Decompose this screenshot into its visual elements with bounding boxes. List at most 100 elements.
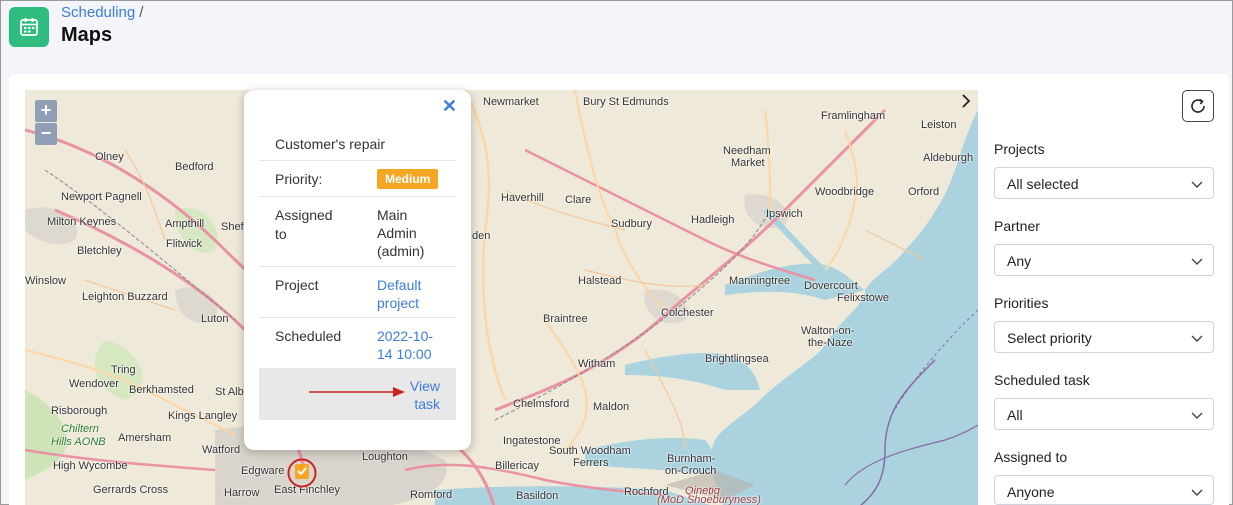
map-place-label: Gerrards Cross	[93, 484, 169, 496]
scheduled-link[interactable]: 2022-10-14 10:00	[377, 327, 447, 363]
map-place-label: Winslow	[25, 275, 66, 287]
map-place-label: on-Crouch	[665, 465, 717, 477]
map-place-label: Hills AONB	[51, 436, 106, 448]
map-place-label: St Alb	[215, 386, 244, 398]
map-place-label: Brightlingsea	[705, 353, 769, 365]
map-place-label: Milton Keynes	[47, 216, 117, 228]
view-task-link[interactable]: View task	[395, 377, 440, 413]
chevron-right-icon[interactable]	[959, 92, 973, 110]
map-place-label: Ampthill	[165, 218, 205, 230]
chevron-down-icon	[1191, 412, 1203, 419]
assigned-value: Main Admin (admin)	[377, 207, 425, 259]
map-place-label: Witham	[578, 358, 616, 370]
zoom-in-button[interactable]: +	[35, 100, 57, 122]
chevron-down-icon	[1191, 489, 1203, 496]
assigned-to-select[interactable]: Anyone	[994, 475, 1214, 505]
map-place-label: Sudbury	[611, 218, 652, 230]
map-place-label: Chiltern	[61, 423, 99, 435]
task-marker[interactable]	[287, 458, 317, 488]
map-place-label: High Wycombe	[53, 460, 128, 472]
close-icon[interactable]: ✕	[442, 96, 457, 117]
scheduled-label: Scheduled	[275, 328, 342, 344]
map-place-label: Loughton	[362, 451, 408, 463]
priorities-select-value: Select priority	[1007, 330, 1092, 346]
map-place-label: Newmarket	[483, 96, 539, 108]
refresh-icon	[1191, 98, 1205, 113]
annotation-arrow-icon	[309, 387, 405, 397]
breadcrumb-link-scheduling[interactable]: Scheduling	[61, 4, 135, 21]
scheduling-app-icon[interactable]	[9, 7, 49, 47]
map-place-label: Colchester	[661, 307, 714, 319]
map-place-label: Olney	[95, 151, 124, 163]
map-place-label: Chelmsford	[513, 398, 570, 410]
partner-select[interactable]: Any	[994, 244, 1214, 276]
priority-label: Priority:	[275, 171, 323, 187]
map-place-label: Woodbridge	[815, 186, 875, 198]
scheduled-task-select-value: All	[1007, 407, 1023, 423]
priorities-select[interactable]: Select priority	[994, 321, 1214, 353]
map-place-label: the-Naze	[808, 337, 853, 349]
map-place-label: Flitwick	[166, 238, 203, 250]
map-place-label: Edgware	[241, 465, 285, 477]
scheduled-task-select[interactable]: All	[994, 398, 1214, 430]
chevron-down-icon	[1191, 181, 1203, 188]
map-place-label: Market	[731, 157, 765, 169]
map-place-label: (MoD Shoeburyness)	[657, 494, 761, 505]
project-label: Project	[275, 277, 319, 293]
map-place-label: Clare	[565, 194, 592, 206]
map-place-label: Berkhamsted	[129, 384, 194, 396]
map-place-label: den	[472, 230, 491, 242]
map-place-label: Leighton Buzzard	[82, 291, 168, 303]
refresh-button[interactable]	[1182, 90, 1214, 122]
map-place-label: Ferrers	[573, 457, 609, 469]
map-place-label: Haverhill	[501, 192, 544, 204]
priority-badge: Medium	[377, 169, 439, 189]
map-place-label: Romford	[410, 489, 453, 501]
partner-select-value: Any	[1007, 253, 1032, 269]
map-place-label: Kings Langley	[168, 410, 238, 422]
scheduled-task-label: Scheduled task	[994, 372, 1090, 388]
breadcrumb: Scheduling /	[61, 4, 143, 21]
task-marker-icon	[287, 458, 317, 488]
assigned-to-select-value: Anyone	[1007, 484, 1055, 500]
partner-label: Partner	[994, 218, 1040, 234]
zoom-out-button[interactable]: −	[35, 123, 57, 145]
map-place-label: Bletchley	[77, 245, 122, 257]
priorities-label: Priorities	[994, 295, 1049, 311]
map-place-label: Basildon	[516, 490, 559, 502]
map-place-label: Framlingham	[821, 110, 886, 122]
chevron-down-icon	[1191, 335, 1203, 342]
map-place-label: Ipswich	[766, 208, 803, 220]
map-place-label: Billericay	[495, 460, 540, 472]
map-place-label: Tring	[111, 364, 136, 376]
assigned-label: Assigned to	[275, 207, 333, 242]
map-place-label: Amersham	[118, 432, 172, 444]
map-place-label: Burnham-	[667, 453, 716, 465]
popup-row-assigned: Assigned to Main Admin (admin)	[259, 196, 456, 266]
map-place-label: Aldeburgh	[923, 152, 974, 164]
map-place-label: Braintree	[543, 313, 588, 325]
map-place-label: Hadleigh	[691, 214, 735, 226]
projects-select[interactable]: All selected	[994, 167, 1214, 199]
projects-label: Projects	[994, 141, 1045, 157]
map-place-label: Leiston	[921, 119, 957, 131]
map-place-label: Newport Pagnell	[61, 191, 142, 203]
map-place-label: Maldon	[593, 401, 630, 413]
breadcrumb-separator: /	[139, 4, 144, 21]
map-place-label: Luton	[201, 313, 229, 325]
popup-row-scheduled: Scheduled 2022-10-14 10:00	[259, 317, 456, 368]
map-place-label: Walton-on-	[801, 325, 855, 337]
map-place-label: Watford	[202, 444, 241, 456]
map-place-label: Dovercourt	[804, 280, 858, 292]
map-place-label: Felixstowe	[837, 292, 889, 304]
page-title: Maps	[61, 24, 113, 46]
map-place-label: Orford	[908, 186, 940, 198]
map-place-label: Bury St Edmunds	[583, 96, 669, 108]
map-place-label: Bedford	[175, 161, 214, 173]
popup-row-priority: Priority: Medium	[259, 160, 456, 196]
map-view[interactable]: + − Newmarket Bury St Edmunds Framlingham L…	[25, 90, 978, 505]
map-place-label: Wendover	[69, 378, 119, 390]
project-link[interactable]: Default project	[377, 276, 452, 312]
map-place-label: South Woodham	[549, 445, 631, 457]
assigned-to-label: Assigned to	[994, 449, 1068, 465]
